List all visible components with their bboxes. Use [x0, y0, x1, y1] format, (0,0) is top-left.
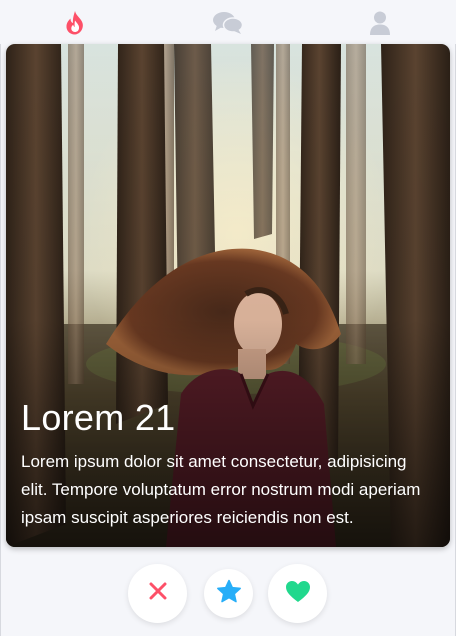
star-icon	[216, 579, 242, 609]
profile-card[interactable]: Lorem 21 Lorem ipsum dolor sit amet cons…	[6, 44, 450, 547]
super-like-button[interactable]	[204, 569, 253, 618]
window-border-left	[0, 0, 1, 636]
nope-button[interactable]	[128, 564, 187, 623]
card-info: Lorem 21 Lorem ipsum dolor sit amet cons…	[21, 398, 435, 532]
nav-tab-discover[interactable]	[55, 8, 95, 38]
chat-bubbles-icon	[212, 10, 244, 36]
heart-icon	[285, 580, 311, 608]
flame-icon	[64, 10, 86, 36]
nav-tab-messages[interactable]	[208, 8, 248, 38]
user-icon	[369, 10, 391, 36]
profile-description: Lorem ipsum dolor sit amet consectetur, …	[21, 452, 421, 527]
like-button[interactable]	[268, 564, 327, 623]
close-icon	[149, 582, 167, 605]
top-navigation	[0, 0, 456, 44]
profile-name-age: Lorem 21	[21, 397, 176, 438]
nav-tab-profile[interactable]	[360, 8, 400, 38]
action-bar	[0, 562, 456, 623]
